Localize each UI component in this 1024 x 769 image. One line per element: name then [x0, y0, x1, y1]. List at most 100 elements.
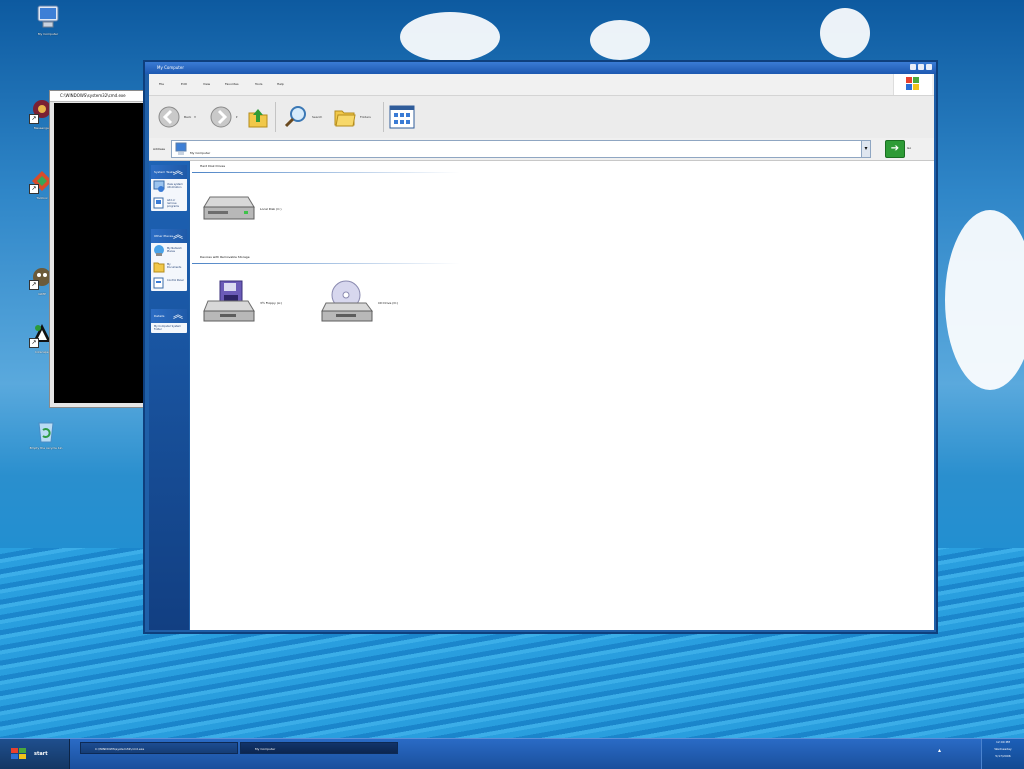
address-input[interactable]: My Computer ▾: [171, 140, 871, 158]
menu-file[interactable]: File: [159, 82, 164, 86]
drive-label: 3½ Floppy (A:): [260, 301, 283, 305]
window-titlebar[interactable]: My Computer: [145, 62, 936, 74]
computer-icon: [175, 142, 187, 155]
up-button[interactable]: [247, 104, 269, 130]
cloud: [820, 8, 870, 58]
panel-other-places: Other Places ︽ My Network Places My Docu…: [151, 229, 187, 291]
drive-label: CD Drive (D:): [378, 301, 398, 305]
drive-local-disk[interactable]: Local Disk (C:): [202, 191, 282, 226]
collapse-chevron-icon[interactable]: ︽: [173, 166, 183, 178]
go-label[interactable]: Go: [907, 146, 911, 150]
windows-logo: [893, 74, 932, 95]
folders-button[interactable]: Folders: [333, 104, 371, 130]
taskbar-button-my-computer[interactable]: My Computer: [240, 742, 398, 754]
forward-button[interactable]: ▾: [209, 104, 238, 130]
system-info-icon: [153, 180, 165, 192]
desktop-icon-label: Empty the recycle bin: [29, 446, 63, 450]
start-button[interactable]: start: [0, 739, 70, 769]
menu-tools[interactable]: Tools: [255, 82, 262, 86]
panel-header[interactable]: Details ︽: [151, 309, 187, 323]
panel-title: Details: [154, 314, 165, 318]
network-places-icon: [154, 245, 164, 256]
hard-disk-icon: [203, 196, 255, 220]
desktop-icon-label: My Computer: [37, 32, 59, 36]
menu-view[interactable]: View: [203, 82, 210, 86]
shortcut-arrow-icon: ↗: [29, 184, 39, 194]
drive-cd[interactable]: CD Drive (D:): [320, 279, 398, 328]
menu-help[interactable]: Help: [277, 82, 284, 86]
console-screen[interactable]: [54, 103, 146, 403]
taskbar-button-label: C:\WINDOWS\system32\cmd.exe: [95, 747, 145, 751]
windows-flag-icon: [11, 748, 26, 759]
panel-system-tasks: System Tasks ︽ View system information A…: [151, 165, 187, 211]
address-dropdown-button[interactable]: ▾: [861, 141, 870, 157]
views-button[interactable]: [389, 104, 415, 130]
desktop-icon-my-computer[interactable]: My Computer: [30, 4, 66, 36]
cd-drive-icon: [321, 280, 373, 322]
task-link[interactable]: View system information: [151, 179, 187, 195]
views-icon: [389, 105, 415, 129]
place-link[interactable]: My Network Places: [151, 243, 187, 259]
address-label: Address: [153, 147, 165, 151]
task-link-label: View system information: [167, 183, 183, 189]
console-window[interactable]: C:\WINDOWS\system32\cmd.exe: [49, 90, 147, 408]
panel-header[interactable]: Other Places ︽: [151, 229, 187, 243]
clock-time: 12:00 PM: [996, 740, 1010, 744]
drive-label: Local Disk (C:): [260, 207, 282, 211]
back-button[interactable]: Back ▾: [157, 104, 196, 130]
panel-title: System Tasks: [154, 170, 175, 174]
toolbar-separator: [383, 102, 384, 132]
shortcut-arrow-icon: ↗: [29, 280, 39, 290]
group-title: Hard Disk Drives: [200, 164, 226, 168]
menu-bar: File Edit View Favorites Tools Help: [149, 74, 934, 96]
address-bar: Address My Computer ▾ ➔ Go: [149, 138, 934, 161]
maximize-button[interactable]: [918, 64, 924, 70]
close-button[interactable]: [926, 64, 932, 70]
chevron-down-icon[interactable]: ▾: [236, 115, 238, 119]
console-title[interactable]: C:\WINDOWS\system32\cmd.exe: [50, 91, 146, 102]
clock-day: Wednesday: [994, 747, 1012, 751]
shortcut-arrow-icon: ↗: [29, 114, 39, 124]
task-link[interactable]: Add or remove programs: [151, 195, 187, 211]
drive-floppy[interactable]: 3½ Floppy (A:): [202, 279, 282, 328]
start-label: start: [34, 751, 48, 757]
place-link-label: Control Panel: [167, 279, 184, 282]
panel-title: Other Places: [154, 234, 174, 238]
desktop-icon-recycle-bin[interactable]: Empty the recycle bin: [28, 418, 64, 450]
folder-up-icon: [248, 109, 268, 128]
folders-icon: [334, 110, 356, 127]
explorer-window[interactable]: My Computer File Edit View Favorites Too…: [143, 60, 938, 634]
place-link[interactable]: My Documents: [151, 259, 187, 275]
collapse-chevron-icon[interactable]: ︽: [173, 310, 183, 322]
search-label: Search: [312, 115, 323, 119]
cloud: [400, 12, 500, 62]
panel-header[interactable]: System Tasks ︽: [151, 165, 187, 179]
recycle-bin-icon: [33, 418, 59, 444]
taskbar-button-console[interactable]: C:\WINDOWS\system32\cmd.exe: [80, 742, 238, 754]
collapse-chevron-icon[interactable]: ︽: [173, 230, 183, 242]
system-tray-clock[interactable]: 12:00 PM Wednesday 5/17/2006: [981, 739, 1024, 769]
search-button[interactable]: Search: [283, 104, 322, 130]
file-view[interactable]: Hard Disk Drives Local Disk (C:) Devices…: [190, 161, 934, 630]
shortcut-arrow-icon: ↗: [29, 338, 39, 348]
tray-expand-icon[interactable]: ▴: [938, 747, 941, 754]
chevron-down-icon[interactable]: ▾: [194, 115, 196, 119]
cloud: [590, 20, 650, 60]
computer-icon: [35, 4, 61, 30]
details-text: My Computer System Folder: [151, 323, 187, 333]
details-label: My Computer System Folder: [154, 325, 181, 331]
place-link-label: My Network Places: [167, 247, 182, 253]
arrow-right-icon: ➔: [890, 143, 900, 154]
menu-favorites[interactable]: Favorites: [225, 82, 239, 86]
toolbar-separator: [275, 102, 276, 132]
menu-edit[interactable]: Edit: [181, 82, 187, 86]
search-icon: [284, 106, 306, 128]
toolbar: Back ▾ ▾ Search Folders: [149, 96, 934, 139]
taskbar: start C:\WINDOWS\system32\cmd.exe My Com…: [0, 738, 1024, 769]
place-link[interactable]: Control Panel: [151, 275, 187, 291]
cloud: [945, 210, 1024, 390]
folders-label: Folders: [360, 115, 371, 119]
go-button[interactable]: ➔: [885, 140, 905, 158]
back-label: Back: [184, 115, 192, 119]
minimize-button[interactable]: [910, 64, 916, 70]
